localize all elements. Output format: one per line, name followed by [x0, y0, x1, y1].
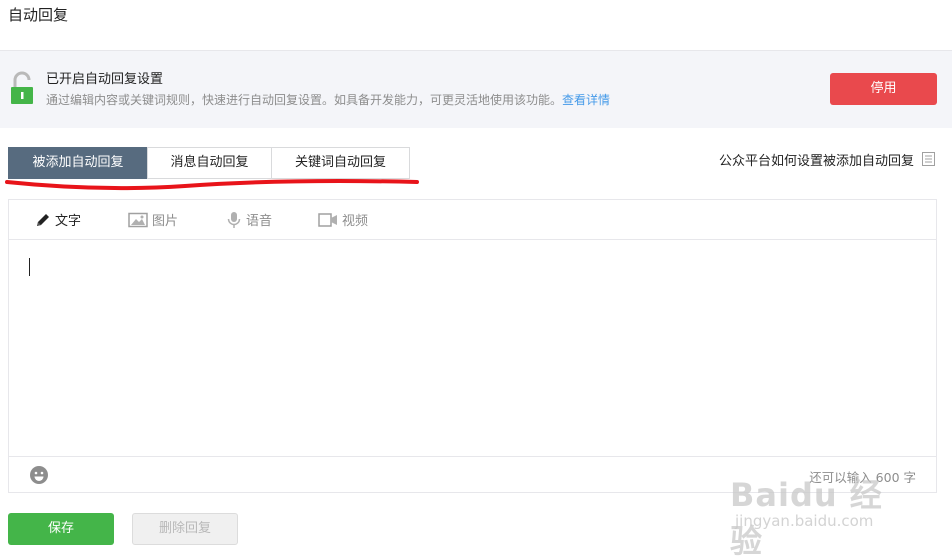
status-banner: 已开启自动回复设置 通过编辑内容或关键词规则，快速进行自动回复设置。如具备开发能… — [0, 50, 952, 128]
baidu-jingyan-watermark: Baidu 经验 jingyan.baidu.com — [730, 470, 900, 556]
video-camera-icon — [318, 212, 337, 227]
stop-button[interactable]: 停用 — [830, 73, 937, 105]
pencil-icon — [37, 213, 49, 226]
tool-text-label: 文字 — [55, 214, 82, 229]
tool-text[interactable]: 文字 — [35, 210, 81, 229]
banner-description: 通过编辑内容或关键词规则，快速进行自动回复设置。如具备开发能力，可更灵活地使用该… — [46, 91, 610, 108]
red-annotation-underline — [5, 179, 419, 191]
tool-voice[interactable]: 语音 — [226, 210, 272, 229]
tool-image-label: 图片 — [152, 214, 179, 229]
document-icon[interactable] — [922, 152, 935, 166]
save-button[interactable]: 保存 — [8, 513, 114, 545]
image-icon — [128, 212, 148, 227]
tool-voice-label: 语音 — [246, 214, 273, 229]
delete-reply-button: 删除回复 — [132, 513, 238, 545]
watermark-url: jingyan.baidu.com — [735, 512, 874, 530]
banner-title: 已开启自动回复设置 — [46, 72, 164, 87]
page-title: 自动回复 — [8, 6, 69, 24]
banner-description-text: 通过编辑内容或关键词规则，快速进行自动回复设置。如具备开发能力，可更灵活地使用该… — [46, 93, 563, 107]
reply-text-input[interactable] — [9, 241, 936, 455]
text-cursor — [29, 258, 30, 276]
help-link[interactable]: 公众平台如何设置被添加自动回复 — [719, 150, 914, 169]
smiley-icon[interactable] — [29, 465, 49, 485]
reply-editor: 文字 图片 语音 视频 还可以输入 600 字 — [8, 199, 937, 493]
microphone-icon — [227, 211, 241, 228]
tool-video[interactable]: 视频 — [318, 210, 368, 229]
unlocked-padlock-icon — [11, 71, 33, 104]
tool-image[interactable]: 图片 — [128, 210, 178, 229]
editor-toolbar: 文字 图片 语音 视频 — [9, 200, 936, 240]
view-details-link[interactable]: 查看详情 — [562, 93, 610, 107]
tool-video-label: 视频 — [342, 214, 369, 229]
